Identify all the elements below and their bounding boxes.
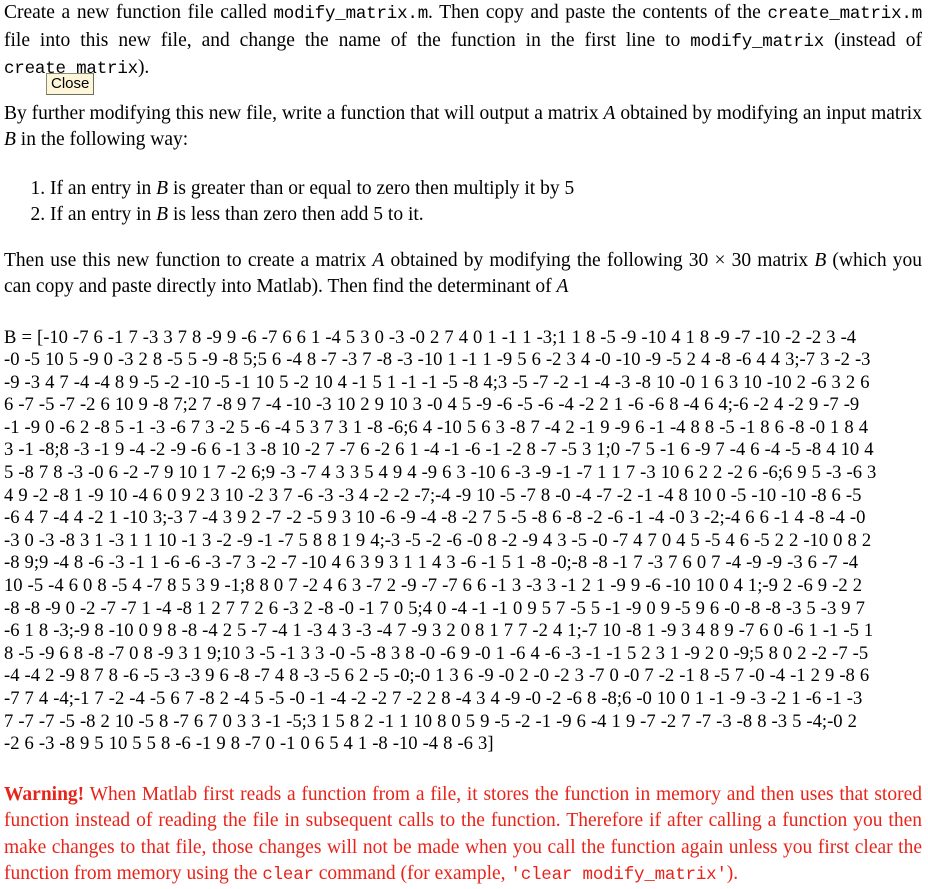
warning-text-3: ). — [726, 863, 739, 885]
spacer-after-intro — [4, 83, 922, 101]
intro-text-4: (instead of — [824, 29, 922, 51]
matrix-line: -9 -3 4 7 -4 -4 8 9 -5 -2 -10 -5 -1 10 5… — [4, 371, 870, 393]
matrix-b-definition: B = [-10 -7 6 -1 7 -3 3 7 8 -9 9 -6 -7 6… — [4, 327, 922, 756]
para2-text-1: By further modifying this new file, writ… — [4, 102, 604, 124]
close-button[interactable]: Close — [46, 73, 95, 95]
para3-text-2: obtained by modifying the following 30 ×… — [384, 249, 815, 271]
clear-modify-matrix-command: 'clear modify_matrix' — [510, 865, 727, 886]
filename-modify-matrix-m: modify_matrix.m — [273, 4, 428, 24]
para3-text-1: Then use this new function to create a m… — [4, 249, 373, 271]
matrix-line: -0 -5 10 5 -9 0 -3 2 8 -5 5 -9 -8 5;5 6 … — [4, 349, 871, 371]
matrix-line: B = [-10 -7 6 -1 7 -3 3 7 8 -9 9 -6 -7 6… — [4, 327, 920, 350]
matrix-line: 6 -7 -5 -7 -2 6 10 9 -8 7;2 7 -8 9 7 -4 … — [4, 394, 860, 416]
para3-variable-a2: A — [556, 276, 569, 297]
matrix-line: 8 -5 -9 6 8 -8 -7 0 8 -9 3 1 9;10 3 -5 -… — [4, 642, 869, 664]
matrix-line: 4 9 -2 -8 1 -9 10 -4 6 0 9 2 3 10 -2 3 7… — [4, 484, 862, 506]
para3-variable-a: A — [372, 249, 385, 271]
intro-text-3: file into this new file, and change the … — [4, 29, 691, 51]
spacer-before-matrix — [4, 301, 922, 327]
clear-command: clear — [262, 865, 314, 886]
rule1-text-2: is greater than or equal to zero then mu… — [168, 177, 575, 199]
intro-text-2: . Then copy and paste the contents of th… — [428, 2, 768, 23]
para2-text-2: obtained by modifying an input matrix — [615, 102, 922, 124]
filename-create-matrix-m: create_matrix.m — [767, 4, 922, 24]
matrix-line: 7 -7 -7 -5 -8 2 10 -5 8 -7 6 7 0 3 3 -1 … — [4, 710, 857, 732]
matrix-line: -2 6 -3 -8 9 5 10 5 5 8 -6 -1 9 8 -7 0 -… — [4, 733, 494, 755]
rule1-variable-b: B — [156, 177, 169, 199]
matrix-line: -8 -8 -9 0 -2 -7 -7 1 -4 -8 1 2 7 7 2 6 … — [4, 597, 865, 619]
rules-list: If an entry in B is greater than or equa… — [4, 176, 922, 228]
matrix-line: -6 1 8 -3;-9 8 -10 0 9 8 -8 -4 2 5 -7 -4… — [4, 620, 874, 642]
rule2-variable-b: B — [156, 203, 169, 225]
intro-text-5: ). — [137, 57, 150, 78]
matrix-line: -6 4 7 -4 4 -2 1 -10 3;-3 7 -4 3 9 2 -7 … — [4, 507, 866, 529]
matrix-label: B = [ — [4, 326, 44, 348]
warning-label: Warning! — [4, 783, 85, 805]
rule1-text-1: If an entry in — [50, 177, 157, 199]
rule2-text-1: If an entry in — [50, 203, 157, 225]
spacer-before-warning — [4, 756, 922, 782]
spacer-after-rules — [4, 228, 922, 248]
matrix-line: -1 -9 0 -6 2 -8 5 -1 -3 -6 7 3 -2 5 -6 -… — [4, 416, 869, 438]
spacer-before-rules — [4, 154, 922, 176]
matrix-variable-a: A — [603, 102, 616, 124]
matrix-line: 3 -1 -8;8 -3 -1 9 -4 -2 -9 -6 6 -1 3 -8 … — [4, 439, 874, 461]
rule2-text-2: is less than zero then add 5 to it. — [168, 203, 424, 225]
matrix-line: -7 7 4 -4;-1 7 -2 -4 -5 6 7 -8 2 -4 5 -5… — [4, 688, 863, 709]
warning-text-2: command (for example, — [313, 863, 511, 885]
matrix-line: 10 -5 -4 6 0 8 -5 4 -7 8 5 3 9 -1;8 8 0 … — [4, 575, 862, 597]
matrix-line: -4 -4 2 -9 8 7 8 -6 -5 -3 -3 9 6 -8 -7 4… — [4, 665, 870, 687]
intro-paragraph: Create a new function file called modify… — [4, 0, 922, 83]
matrix-line: 5 -8 7 8 -3 -0 6 -2 -7 9 10 1 7 -2 6;9 -… — [4, 462, 877, 484]
modify-instructions-paragraph: By further modifying this new file, writ… — [4, 101, 922, 154]
warning-paragraph: Warning! When Matlab first reads a funct… — [4, 782, 922, 889]
determinant-paragraph: Then use this new function to create a m… — [4, 248, 922, 301]
document-page: Create a new function file called modify… — [0, 0, 928, 885]
matrix-data-line: -10 -7 6 -1 7 -3 3 7 8 -9 9 -6 -7 6 6 1 … — [43, 326, 857, 348]
rule-item-2: If an entry in B is less than zero then … — [50, 202, 922, 228]
intro-text-1: Create a new function file called — [4, 2, 274, 23]
para2-text-3: in the following way: — [15, 129, 189, 150]
rule-item-1: If an entry in B is greater than or equa… — [50, 176, 922, 202]
matrix-line: -3 0 -3 -8 3 1 -3 1 1 10 -1 3 -2 -9 -1 -… — [4, 529, 872, 551]
function-name-modify-matrix: modify_matrix — [690, 31, 825, 52]
matrix-line: -8 9;9 -4 8 -6 -3 -1 1 -6 -6 -3 -7 3 -2 … — [4, 552, 859, 574]
para3-variable-b: B — [814, 249, 827, 271]
matrix-variable-b: B — [4, 129, 16, 150]
